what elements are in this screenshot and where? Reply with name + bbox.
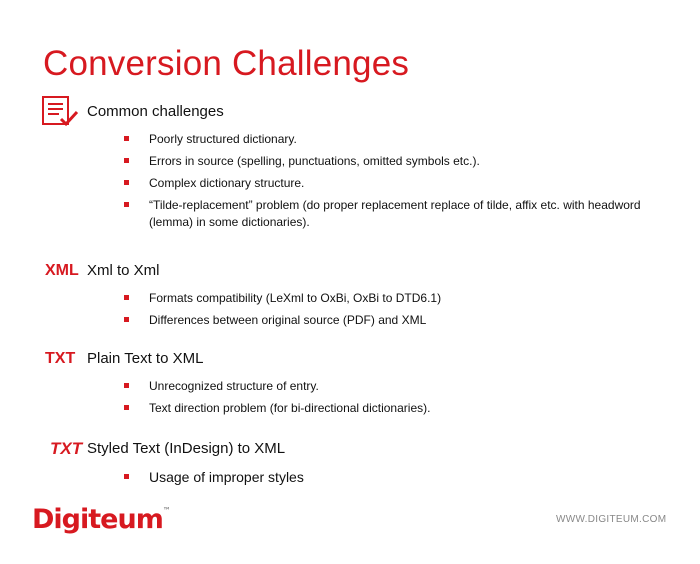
bullet-list: Unrecognized structure of entry. Text di… xyxy=(40,378,680,417)
xml-tag-icon: XML xyxy=(45,262,79,279)
footer-url: WWW.DIGITEUM.COM xyxy=(556,514,667,525)
section-xml-to-xml: XML Xml to Xml Formats compatibility (Le… xyxy=(40,260,680,334)
bullet-list: Formats compatibility (LeXml to OxBi, Ox… xyxy=(40,290,680,329)
txt-tag-icon: TXT xyxy=(45,350,76,367)
bullet-list: Usage of improper styles xyxy=(40,468,680,487)
section-label: Plain Text to XML xyxy=(87,350,204,367)
section-heading: Common challenges xyxy=(40,96,680,127)
list-item: Formats compatibility (LeXml to OxBi, Ox… xyxy=(40,290,669,307)
list-item: Complex dictionary structure. xyxy=(40,175,669,192)
bullet-icon xyxy=(124,136,129,141)
bullet-icon xyxy=(124,295,129,300)
bullet-icon xyxy=(124,202,129,207)
bullet-icon xyxy=(124,180,129,185)
bullet-icon xyxy=(124,158,129,163)
list-item: Usage of improper styles xyxy=(40,468,669,487)
section-heading: XML Xml to Xml xyxy=(40,260,680,286)
section-plain-text: TXT Plain Text to XML Unrecognized struc… xyxy=(40,348,680,422)
bullet-icon xyxy=(124,405,129,410)
section-label: Common challenges xyxy=(87,103,224,120)
list-item: Poorly structured dictionary. xyxy=(40,131,669,148)
section-heading: TXT Styled Text (InDesign) to XML xyxy=(40,438,680,464)
slide-title: Conversion Challenges xyxy=(43,44,410,83)
list-item: Unrecognized structure of entry. xyxy=(40,378,669,395)
list-item: “Tilde-replacement” problem (do proper r… xyxy=(40,197,669,231)
list-item: Text direction problem (for bi-direction… xyxy=(40,400,669,417)
styled-txt-tag-icon: TXT xyxy=(50,439,83,458)
section-label: Styled Text (InDesign) to XML xyxy=(87,440,286,457)
list-item: Errors in source (spelling, punctuations… xyxy=(40,153,669,170)
section-common-challenges: Common challenges Poorly structured dict… xyxy=(40,96,680,236)
bullet-icon xyxy=(124,317,129,322)
digiteum-logo: Digiteum™ xyxy=(32,504,171,535)
bullet-list: Poorly structured dictionary. Errors in … xyxy=(40,131,680,231)
section-styled-text: TXT Styled Text (InDesign) to XML Usage … xyxy=(40,438,680,492)
bullet-icon xyxy=(124,474,129,479)
section-heading: TXT Plain Text to XML xyxy=(40,348,680,374)
checklist-icon xyxy=(40,95,82,129)
section-label: Xml to Xml xyxy=(87,262,160,279)
list-item: Differences between original source (PDF… xyxy=(40,312,669,329)
trademark-mark: ™ xyxy=(162,506,171,515)
bullet-icon xyxy=(124,383,129,388)
slide: Conversion Challenges Common challenges … xyxy=(0,0,700,564)
